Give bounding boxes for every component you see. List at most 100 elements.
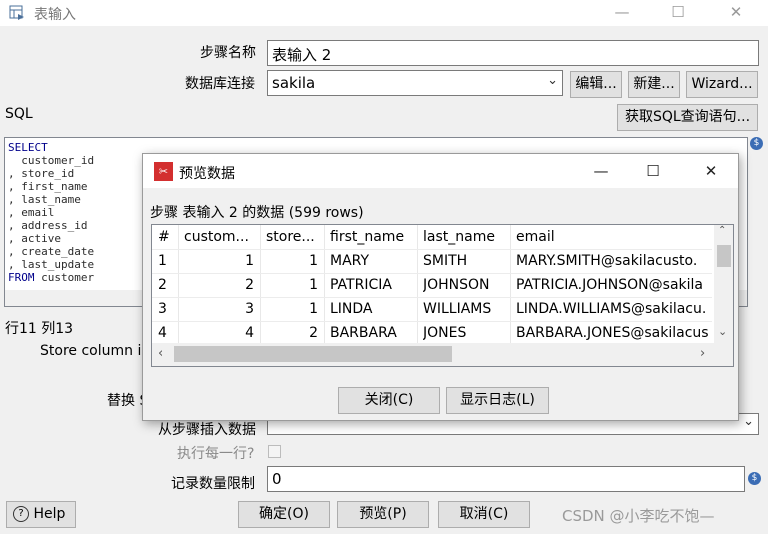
table-cell: JONES: [423, 325, 467, 341]
sql-keyword: SELECT: [8, 141, 48, 154]
sql-label: SQL: [5, 106, 33, 122]
step-name-label: 步骤名称: [200, 45, 256, 61]
table-cell: 2: [158, 277, 167, 293]
cancel-button[interactable]: 取消(C): [438, 501, 530, 528]
chevron-down-icon: ⌄: [547, 73, 558, 88]
horizontal-scrollbar[interactable]: ‹ ›: [152, 343, 733, 366]
close-icon[interactable]: ✕: [726, 2, 746, 22]
table-cell: 1: [309, 277, 318, 293]
preview-table[interactable]: # custom... store... first_name last_name ema…: [151, 224, 734, 367]
table-cell: 2: [245, 277, 254, 293]
column-divider: [417, 225, 418, 343]
table-cell: 4: [245, 325, 254, 341]
column-divider: [178, 225, 179, 343]
sql-text-segment: , create_date: [8, 245, 95, 258]
sql-text-segment: , first_name: [8, 180, 88, 193]
chevron-down-icon: ⌄: [743, 414, 754, 429]
vertical-scroll-thumb[interactable]: [717, 245, 731, 267]
db-connection-label: 数据库连接: [185, 76, 255, 92]
table-cell: PATRICIA.JOHNSON@sakila: [516, 277, 703, 293]
sql-text-segment: , active: [8, 232, 61, 245]
table-cell: 2: [309, 325, 318, 341]
scroll-left-icon[interactable]: ‹: [158, 346, 163, 361]
preview-summary: 步骤 表输入 2 的数据 (599 rows): [150, 205, 364, 221]
sql-text-segment: , address_id: [8, 219, 88, 232]
minimize-icon[interactable]: —: [612, 2, 632, 22]
column-header[interactable]: last_name: [423, 225, 506, 249]
help-button-label: Help: [33, 506, 66, 522]
table-cell: SMITH: [423, 253, 468, 269]
scroll-down-icon[interactable]: ⌄: [718, 325, 727, 338]
scroll-up-icon[interactable]: ⌃: [718, 225, 726, 236]
table-cell: BARBARA: [330, 325, 397, 341]
variable-icon: $: [748, 472, 761, 485]
cursor-position: 行11 列13: [5, 321, 74, 337]
table-cell: PATRICIA: [330, 277, 392, 293]
table-cell: 1: [158, 253, 167, 269]
table-cell: MARY.SMITH@sakilacusto.: [516, 253, 698, 269]
variable-icon: $: [750, 137, 763, 150]
insert-from-step-label: 从步骤插入数据: [158, 422, 256, 438]
scroll-right-icon[interactable]: ›: [700, 346, 705, 361]
limit-label: 记录数量限制: [171, 476, 255, 492]
table-cell: 3: [158, 301, 167, 317]
help-icon: ?: [13, 506, 29, 522]
column-header[interactable]: custom...: [184, 225, 256, 249]
table-input-icon: [9, 5, 24, 20]
column-divider: [260, 225, 261, 343]
exec-each-row-checkbox[interactable]: [268, 445, 281, 458]
limit-input[interactable]: 0: [267, 466, 745, 492]
preview-button[interactable]: 预览(P): [337, 501, 429, 528]
step-name-input[interactable]: 表输入 2: [267, 40, 759, 66]
minimize-icon[interactable]: —: [591, 161, 611, 181]
column-header[interactable]: first_name: [330, 225, 413, 249]
table-cell: 4: [158, 325, 167, 341]
maximize-icon[interactable]: ☐: [668, 2, 688, 22]
maximize-icon[interactable]: ☐: [643, 161, 663, 181]
preview-dialog: ✂ 预览数据 — ☐ ✕ 步骤 表输入 2 的数据 (599 rows) # cu…: [142, 153, 739, 421]
sql-text-segment: , email: [8, 206, 55, 219]
window-titlebar: 表输入 — ☐ ✕: [0, 0, 768, 26]
new-connection-button[interactable]: 新建...: [628, 71, 680, 98]
table-cell: 1: [309, 301, 318, 317]
table-cell: LINDA.WILLIAMS@sakilacu.: [516, 301, 707, 317]
db-connection-value: sakila: [272, 74, 316, 92]
get-sql-button[interactable]: 获取SQL查询语句...: [617, 104, 758, 131]
exec-each-row-label: 执行每一行?: [177, 446, 255, 462]
column-header[interactable]: #: [158, 225, 174, 249]
table-cell: LINDA: [330, 301, 373, 317]
wizard-button[interactable]: Wizard...: [686, 71, 758, 98]
close-icon[interactable]: ✕: [701, 161, 721, 181]
show-log-button[interactable]: 显示日志(L): [446, 387, 549, 414]
watermark: CSDN @小李吃不饱—: [562, 507, 715, 525]
db-connection-select[interactable]: sakila ⌄: [267, 70, 563, 96]
window-title: 表输入: [34, 7, 76, 23]
column-header[interactable]: store...: [266, 225, 320, 249]
vertical-scrollbar[interactable]: ⌃ ⌄: [714, 225, 733, 343]
table-cell: BARBARA.JONES@sakilacus: [516, 325, 709, 341]
sql-text-segment: customer_id: [8, 154, 95, 167]
sql-text-segment: , store_id: [8, 167, 75, 180]
close-preview-button[interactable]: 关闭(C): [338, 387, 440, 414]
table-cell: 1: [309, 253, 318, 269]
sql-text-segment: customer: [34, 271, 95, 284]
column-divider: [510, 225, 511, 343]
ok-button[interactable]: 确定(O): [238, 501, 330, 528]
help-button[interactable]: ? Help: [6, 501, 76, 528]
sql-text-segment: , last_name: [8, 193, 81, 206]
sql-text-segment: , last_update: [8, 258, 95, 271]
column-divider: [324, 225, 325, 343]
table-cell: 3: [245, 301, 254, 317]
sql-keyword: FROM: [8, 271, 35, 284]
store-column-label: Store column i: [40, 343, 142, 359]
table-cell: MARY: [330, 253, 370, 269]
edit-connection-button[interactable]: 编辑...: [570, 71, 622, 98]
dialog-titlebar: ✂ 预览数据 — ☐ ✕: [143, 154, 738, 188]
horizontal-scroll-thumb[interactable]: [174, 346, 452, 362]
column-header[interactable]: email: [516, 225, 710, 249]
table-cell: WILLIAMS: [423, 301, 492, 317]
table-cell: JOHNSON: [423, 277, 490, 293]
table-cell: 1: [245, 253, 254, 269]
dialog-title: 预览数据: [179, 166, 235, 182]
kettle-icon: ✂: [154, 162, 173, 181]
